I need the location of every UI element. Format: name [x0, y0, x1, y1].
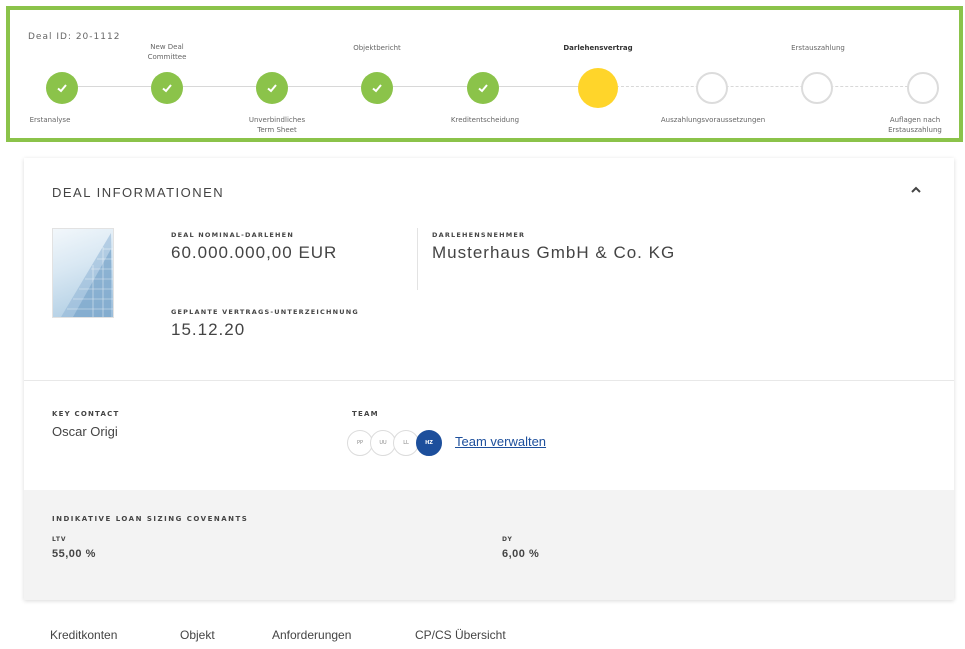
borrower-value: Musterhaus GmbH & Co. KG — [432, 243, 676, 262]
nominal-label: DEAL NOMINAL-DARLEHEN — [171, 231, 294, 239]
ltv-label: LTV — [52, 536, 67, 543]
tab-objekt[interactable]: Objekt — [180, 628, 272, 644]
step-label: Auszahlungsvoraussetzungen — [660, 116, 766, 124]
step-label: Erstauszahlung — [791, 44, 845, 52]
signing-value: 15.12.20 — [171, 320, 246, 339]
nominal-value: 60.000.000,00 EUR — [171, 243, 338, 262]
covenants-section: INDIKATIVE LOAN SIZING COVENANTS LTV 55,… — [24, 490, 954, 600]
building-thumbnail — [52, 228, 114, 318]
card-title: DEAL INFORMATIONEN — [52, 185, 225, 200]
tab-bar: Kreditkonten Objekt Anforderungen CP/CS … — [50, 628, 506, 644]
step-connector-todo — [606, 86, 928, 87]
divider — [24, 380, 954, 381]
step-new-deal-committee[interactable] — [151, 72, 183, 104]
step-auszahlungsvoraussetzungen[interactable] — [696, 72, 728, 104]
step-label: Erstanalyse — [29, 116, 71, 124]
divider — [417, 228, 418, 290]
step-objektbericht[interactable] — [361, 72, 393, 104]
deal-info-card: DEAL INFORMATIONEN DEAL NOMINAL-DARLEHEN… — [24, 158, 954, 600]
tab-kreditkonten[interactable]: Kreditkonten — [50, 628, 180, 644]
tab-cpcs-uebersicht[interactable]: CP/CS Übersicht — [415, 628, 506, 644]
avatar[interactable]: HZ — [416, 430, 442, 456]
check-icon — [46, 72, 78, 104]
step-label: Unverbindliches Term Sheet — [248, 116, 306, 134]
borrower-label: DARLEHENSNEHMER — [432, 231, 526, 239]
step-connector-done — [62, 86, 592, 87]
step-label: Kreditentscheidung — [450, 116, 520, 124]
deal-progress-stepper: Deal ID: 20-1112 Erstanalyse New Deal Co… — [6, 6, 963, 142]
deal-id: Deal ID: 20-1112 — [28, 32, 121, 42]
step-label: Darlehensvertrag — [563, 44, 633, 52]
ltv-value: 55,00 % — [52, 548, 96, 560]
step-term-sheet[interactable] — [256, 72, 288, 104]
check-icon — [467, 72, 499, 104]
covenants-title: INDIKATIVE LOAN SIZING COVENANTS — [52, 515, 249, 523]
step-darlehensvertrag[interactable] — [578, 68, 618, 108]
key-contact-value: Oscar Origi — [52, 424, 118, 439]
check-icon — [361, 72, 393, 104]
step-label: Auflagen nach Erstauszahlung — [888, 116, 942, 134]
step-label: Objektbericht — [353, 44, 401, 52]
check-icon — [151, 72, 183, 104]
key-contact-label: KEY CONTACT — [52, 410, 120, 418]
dy-value: 6,00 % — [502, 548, 540, 560]
signing-label: GEPLANTE VERTRAGS-UNTERZEICHNUNG — [171, 308, 359, 316]
step-erstauszahlung[interactable] — [801, 72, 833, 104]
step-label: New Deal Committee — [147, 43, 187, 61]
check-icon — [256, 72, 288, 104]
team-manage-link[interactable]: Team verwalten — [455, 434, 546, 449]
team-label: TEAM — [352, 410, 379, 418]
tab-anforderungen[interactable]: Anforderungen — [272, 628, 415, 644]
step-auflagen[interactable] — [907, 72, 939, 104]
step-kreditentscheidung[interactable] — [467, 72, 499, 104]
chevron-up-icon[interactable] — [908, 182, 924, 198]
step-erstanalyse[interactable] — [46, 72, 78, 104]
dy-label: DY — [502, 536, 513, 543]
